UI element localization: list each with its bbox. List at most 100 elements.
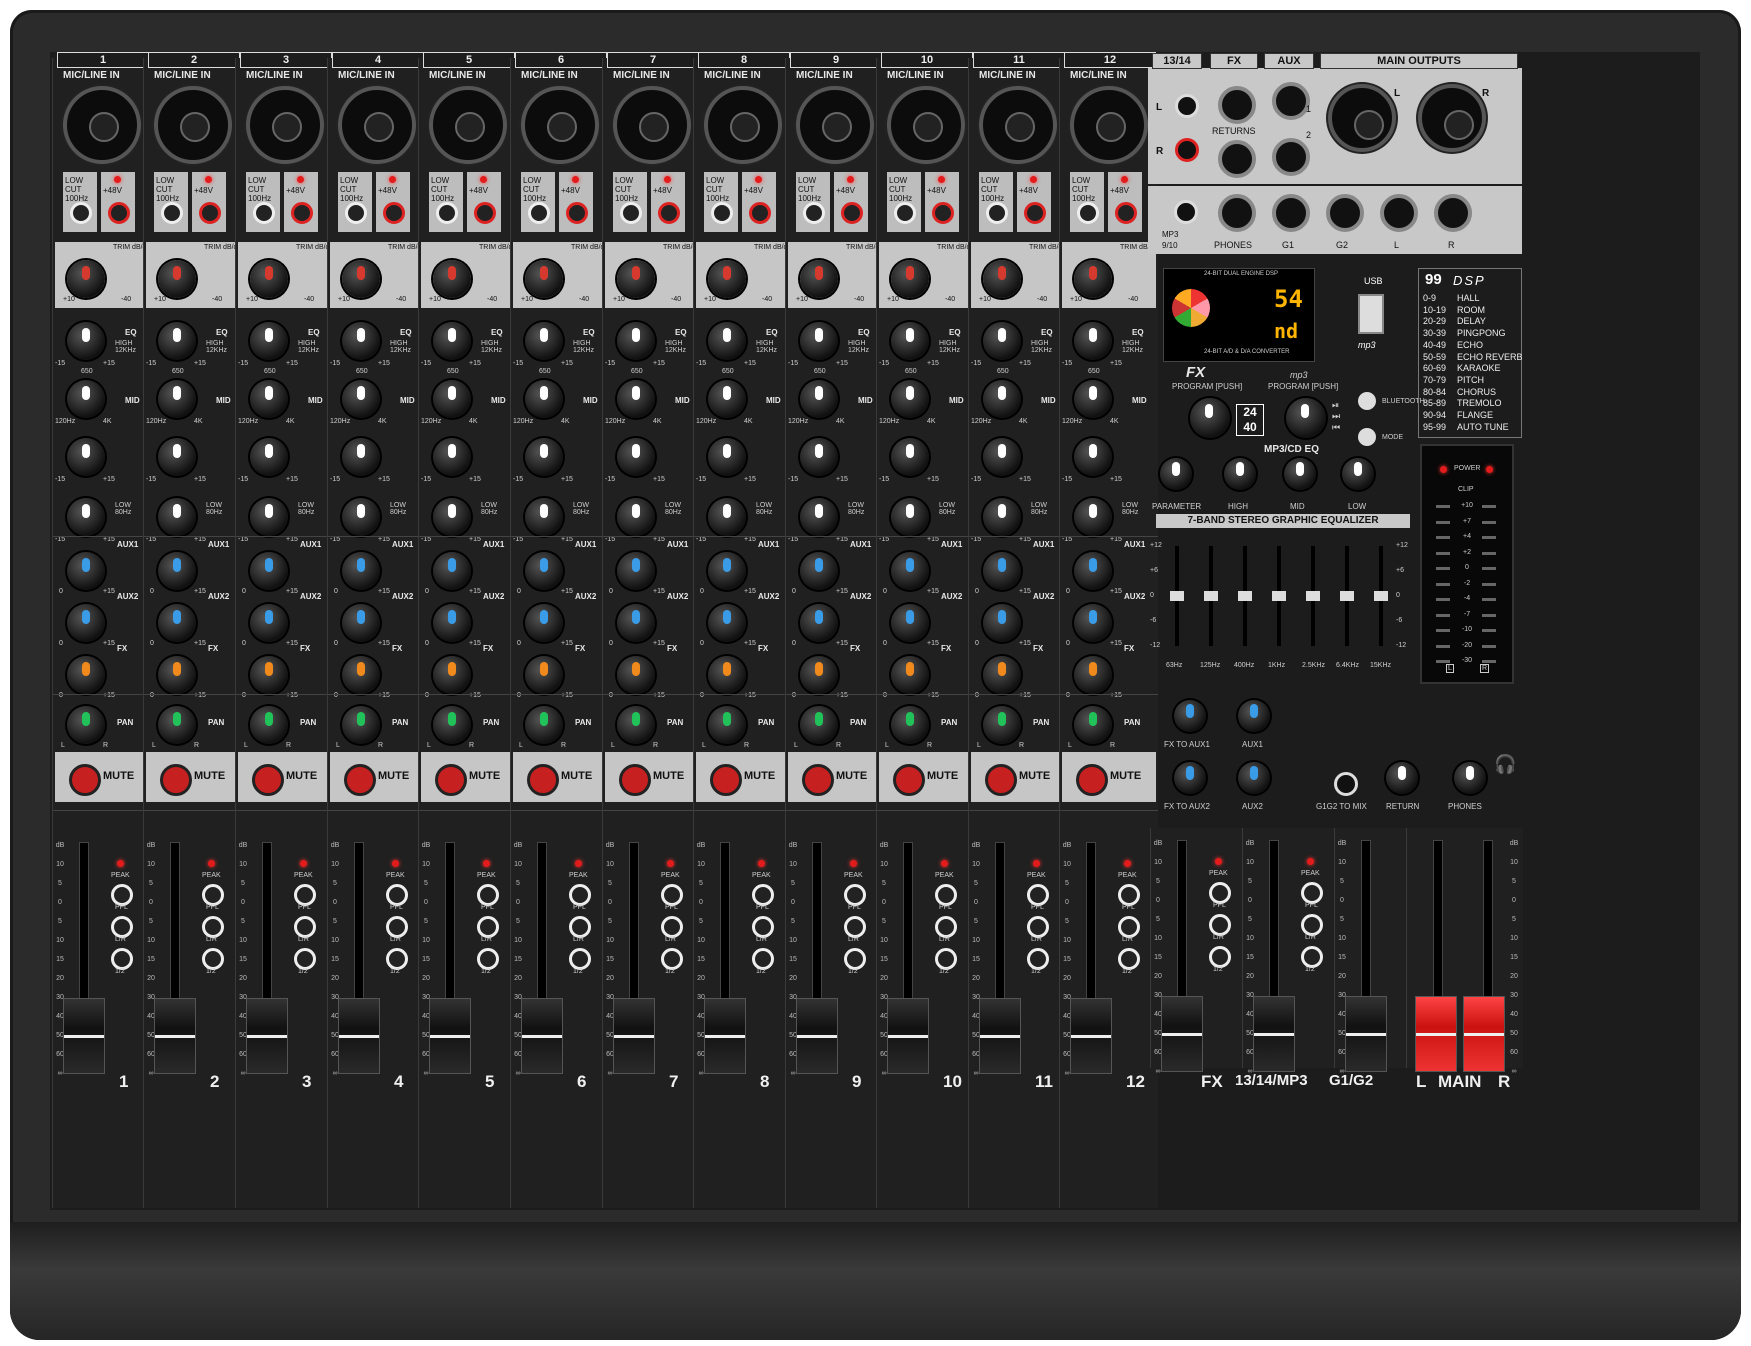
aux1-send-knob[interactable] bbox=[250, 552, 288, 590]
mp3-low-knob[interactable] bbox=[1342, 458, 1374, 490]
mute-button[interactable] bbox=[252, 764, 284, 796]
low-cut-button[interactable] bbox=[620, 202, 642, 224]
usb-port-icon[interactable] bbox=[1358, 294, 1384, 334]
lr-button[interactable] bbox=[202, 916, 224, 938]
aux2-send-knob[interactable] bbox=[983, 604, 1021, 642]
pfl-button[interactable] bbox=[1301, 882, 1323, 904]
aux1-send-knob[interactable] bbox=[67, 552, 105, 590]
master-fader[interactable] bbox=[1345, 996, 1387, 1072]
eq-low-knob[interactable] bbox=[342, 498, 380, 536]
main-out-xlr-l[interactable] bbox=[1328, 84, 1396, 152]
phantom-button[interactable] bbox=[658, 202, 680, 224]
aux2-send-knob[interactable] bbox=[617, 604, 655, 642]
phantom-button[interactable] bbox=[932, 202, 954, 224]
low-cut-button[interactable] bbox=[253, 202, 275, 224]
trim-knob[interactable] bbox=[1074, 260, 1112, 298]
low-cut-button[interactable] bbox=[894, 202, 916, 224]
eq-mid-freq-knob[interactable] bbox=[525, 380, 563, 418]
aux1-send-knob[interactable] bbox=[891, 552, 929, 590]
eq-mid-freq-knob[interactable] bbox=[891, 380, 929, 418]
phantom-button[interactable] bbox=[199, 202, 221, 224]
fx-send-knob[interactable] bbox=[67, 656, 105, 694]
aux1-send-knob[interactable] bbox=[983, 552, 1021, 590]
master-fader[interactable] bbox=[1253, 996, 1295, 1072]
channel-fader[interactable] bbox=[704, 998, 746, 1074]
pfl-button[interactable] bbox=[935, 884, 957, 906]
phantom-button[interactable] bbox=[291, 202, 313, 224]
aux2-send-knob[interactable] bbox=[433, 604, 471, 642]
xlr-combo-input[interactable] bbox=[1070, 86, 1148, 164]
pan-knob[interactable] bbox=[800, 706, 838, 744]
channel-fader[interactable] bbox=[429, 998, 471, 1074]
aux2-send-knob[interactable] bbox=[708, 604, 746, 642]
master-fader[interactable] bbox=[1161, 996, 1203, 1072]
fx-send-knob[interactable] bbox=[1074, 656, 1112, 694]
geq-slider[interactable] bbox=[1238, 591, 1252, 601]
aux2-send-knob[interactable] bbox=[525, 604, 563, 642]
pfl-button[interactable] bbox=[752, 884, 774, 906]
aux1-send-knob[interactable] bbox=[433, 552, 471, 590]
lr-button[interactable] bbox=[1301, 914, 1323, 936]
mute-button[interactable] bbox=[985, 764, 1017, 796]
phantom-button[interactable] bbox=[474, 202, 496, 224]
channel-fader[interactable] bbox=[521, 998, 563, 1074]
pfl-button[interactable] bbox=[661, 884, 683, 906]
eq-mid-freq-knob[interactable] bbox=[250, 380, 288, 418]
eq-high-knob[interactable] bbox=[800, 322, 838, 360]
eq-mid-freq-knob[interactable] bbox=[433, 380, 471, 418]
main-l-fader[interactable] bbox=[1415, 996, 1457, 1072]
pfl-button[interactable] bbox=[1118, 884, 1140, 906]
aux2-send-knob[interactable] bbox=[800, 604, 838, 642]
pfl-button[interactable] bbox=[569, 884, 591, 906]
low-cut-button[interactable] bbox=[70, 202, 92, 224]
fx-send-knob[interactable] bbox=[983, 656, 1021, 694]
eq-low-knob[interactable] bbox=[617, 498, 655, 536]
eq-mid-gain-knob[interactable] bbox=[250, 438, 288, 476]
lr-button[interactable] bbox=[1027, 916, 1049, 938]
g1g2-to-mix-button[interactable] bbox=[1334, 772, 1358, 796]
low-cut-button[interactable] bbox=[345, 202, 367, 224]
eq-high-knob[interactable] bbox=[983, 322, 1021, 360]
eq-mid-freq-knob[interactable] bbox=[342, 380, 380, 418]
aux2-master-knob[interactable] bbox=[1238, 762, 1270, 794]
group-12-button[interactable] bbox=[1301, 946, 1323, 968]
mute-button[interactable] bbox=[527, 764, 559, 796]
xlr-combo-input[interactable] bbox=[887, 86, 965, 164]
group-12-button[interactable] bbox=[752, 948, 774, 970]
group-12-button[interactable] bbox=[844, 948, 866, 970]
eq-mid-freq-knob[interactable] bbox=[158, 380, 196, 418]
eq-high-knob[interactable] bbox=[708, 322, 746, 360]
group-12-button[interactable] bbox=[294, 948, 316, 970]
fx-program-knob[interactable] bbox=[1190, 398, 1230, 438]
aux2-send-knob[interactable] bbox=[158, 604, 196, 642]
trim-knob[interactable] bbox=[617, 260, 655, 298]
pan-knob[interactable] bbox=[158, 706, 196, 744]
xlr-combo-input[interactable] bbox=[429, 86, 507, 164]
aux-out-jack-2[interactable] bbox=[1272, 138, 1310, 176]
eq-mid-gain-knob[interactable] bbox=[617, 438, 655, 476]
mute-button[interactable] bbox=[160, 764, 192, 796]
lr-button[interactable] bbox=[569, 916, 591, 938]
channel-fader[interactable] bbox=[1070, 998, 1112, 1074]
pfl-button[interactable] bbox=[386, 884, 408, 906]
rca-input-l[interactable] bbox=[1175, 94, 1199, 118]
aux2-send-knob[interactable] bbox=[891, 604, 929, 642]
eq-high-knob[interactable] bbox=[1074, 322, 1112, 360]
geq-slider[interactable] bbox=[1170, 591, 1184, 601]
channel-fader[interactable] bbox=[154, 998, 196, 1074]
group-12-button[interactable] bbox=[202, 948, 224, 970]
aux1-send-knob[interactable] bbox=[342, 552, 380, 590]
lr-button[interactable] bbox=[935, 916, 957, 938]
pan-knob[interactable] bbox=[708, 706, 746, 744]
aux2-send-knob[interactable] bbox=[342, 604, 380, 642]
fx-to-aux1-knob[interactable] bbox=[1174, 700, 1206, 732]
low-cut-button[interactable] bbox=[436, 202, 458, 224]
geq-slider[interactable] bbox=[1306, 591, 1320, 601]
main-r-fader[interactable] bbox=[1463, 996, 1505, 1072]
out-l-jack[interactable] bbox=[1380, 194, 1418, 232]
out-r-jack[interactable] bbox=[1434, 194, 1472, 232]
eq-mid-freq-knob[interactable] bbox=[708, 380, 746, 418]
pfl-button[interactable] bbox=[111, 884, 133, 906]
trim-knob[interactable] bbox=[433, 260, 471, 298]
pan-knob[interactable] bbox=[342, 706, 380, 744]
